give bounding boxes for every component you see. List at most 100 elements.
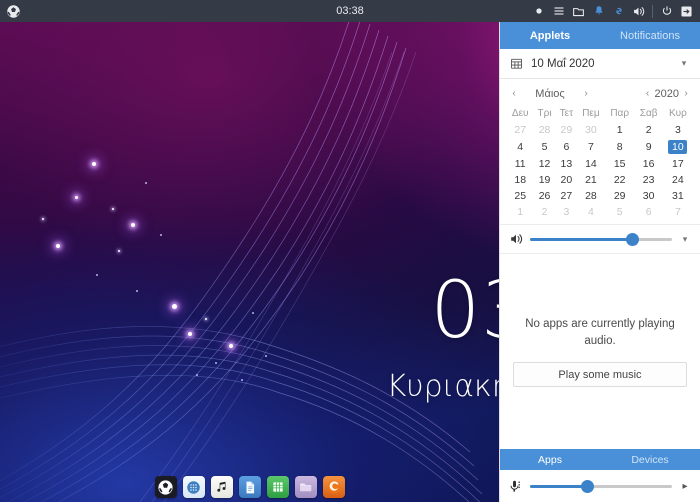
wallpaper-star xyxy=(196,374,198,376)
wallpaper-star xyxy=(131,223,135,227)
document-icon xyxy=(246,481,254,493)
dock-item-file-manager[interactable] xyxy=(294,476,317,498)
dock-item-firefox[interactable] xyxy=(322,476,345,498)
calendar-day-cell[interactable]: 14 xyxy=(577,156,605,172)
calendar-day-cell[interactable]: 22 xyxy=(605,172,635,188)
removable-drive-icon[interactable] xyxy=(569,0,588,22)
calendar-day-cell[interactable]: 29 xyxy=(556,122,577,138)
calendar-month-label[interactable]: Μάιος xyxy=(521,88,579,100)
volume-speaker-icon[interactable] xyxy=(629,0,648,22)
calendar-day-cell[interactable]: 10 xyxy=(663,138,693,156)
prev-year-button[interactable]: ‹ xyxy=(641,88,655,99)
wallpaper-star xyxy=(172,304,177,309)
calendar-day-cell[interactable]: 4 xyxy=(577,204,605,220)
calendar-day-cell[interactable]: 15 xyxy=(605,156,635,172)
calendar-week-row: 27 28 29 30 1 2 3 xyxy=(507,122,693,138)
firefox-icon xyxy=(327,480,340,494)
power-icon[interactable] xyxy=(657,0,676,22)
calendar-day-cell[interactable]: 30 xyxy=(577,122,605,138)
dock-item-spreadsheet[interactable] xyxy=(266,476,289,498)
prev-month-button[interactable]: ‹ xyxy=(507,88,521,99)
wallpaper-star xyxy=(252,312,254,314)
tray-divider xyxy=(652,4,653,18)
calendar-day-cell[interactable]: 19 xyxy=(533,172,555,188)
calendar-day-cell[interactable]: 3 xyxy=(556,204,577,220)
calendar-day-cell[interactable]: 13 xyxy=(556,156,577,172)
calendar-day-cell[interactable]: 24 xyxy=(663,172,693,188)
next-year-button[interactable]: › xyxy=(679,88,693,99)
calendar-day-cell[interactable]: 3 xyxy=(663,122,693,138)
calendar-day-cell[interactable]: 6 xyxy=(635,204,663,220)
calendar-week-row: 1234567 xyxy=(507,204,693,220)
calendar-day-cell[interactable]: 30 xyxy=(635,188,663,204)
calendar-week-row: 4 5 6 7 8 9 10 xyxy=(507,138,693,156)
logout-icon[interactable] xyxy=(677,0,696,22)
calendar-day-cell[interactable]: 28 xyxy=(533,122,555,138)
microphone-slider-knob[interactable] xyxy=(580,480,594,493)
calendar-day-cell[interactable]: 2 xyxy=(635,122,663,138)
dock-item-text-editor[interactable] xyxy=(238,476,261,498)
calendar-day-cell[interactable]: 9 xyxy=(635,138,663,156)
no-audio-message: No apps are currently playing audio. xyxy=(525,317,675,347)
calendar-day-cell[interactable]: 21 xyxy=(577,172,605,188)
calendar-day-cell[interactable]: 25 xyxy=(507,188,533,204)
wallpaper-star xyxy=(145,182,147,184)
calendar-weekday: Δευ xyxy=(511,108,529,119)
play-some-music-button[interactable]: Play some music xyxy=(513,362,687,388)
tab-notifications[interactable]: Notifications xyxy=(600,22,700,49)
calendar-day-cell[interactable]: 8 xyxy=(605,138,635,156)
screen-root: 03: Κυριακή 10 Μ xyxy=(0,0,700,502)
calendar-day-cell[interactable]: 31 xyxy=(663,188,693,204)
calendar-day-cell[interactable]: 11 xyxy=(507,156,533,172)
wallpaper-star xyxy=(205,318,207,320)
microphone-icon[interactable] xyxy=(509,479,523,494)
wallpaper-star xyxy=(215,362,217,364)
calendar-day-cell[interactable]: 7 xyxy=(663,204,693,220)
calendar-day-cell[interactable]: 4 xyxy=(507,138,533,156)
calendar-day-cell[interactable]: 5 xyxy=(605,204,635,220)
dock-item-music-player[interactable] xyxy=(210,476,233,498)
calendar-day-cell[interactable]: 18 xyxy=(507,172,533,188)
dot-indicator-icon[interactable] xyxy=(529,0,548,22)
calendar-day-cell[interactable]: 7 xyxy=(577,138,605,156)
volume-slider-knob[interactable] xyxy=(626,233,640,246)
calendar-day-cell[interactable]: 27 xyxy=(507,122,533,138)
calendar-day-cell[interactable]: 20 xyxy=(556,172,577,188)
microphone-slider-fill xyxy=(530,485,587,488)
notification-bell-icon[interactable] xyxy=(589,0,608,22)
calendar-year-label[interactable]: 2020 xyxy=(655,88,679,100)
calendar-day-cell[interactable]: 23 xyxy=(635,172,663,188)
calendar-day-cell[interactable]: 17 xyxy=(663,156,693,172)
tab-devices[interactable]: Devices xyxy=(600,449,700,470)
calendar-today-badge: 10 xyxy=(668,140,688,154)
volume-slider[interactable] xyxy=(530,232,672,246)
wallpaper-star xyxy=(229,344,233,348)
network-link-icon[interactable] xyxy=(609,0,628,22)
calendar-day-cell[interactable]: 29 xyxy=(605,188,635,204)
calendar-day-cell[interactable]: 27 xyxy=(556,188,577,204)
calendar-day-cell[interactable]: 16 xyxy=(635,156,663,172)
dock-item-show-applications[interactable] xyxy=(182,476,205,498)
next-month-button[interactable]: › xyxy=(579,88,593,99)
wallpaper-star xyxy=(42,218,44,220)
dock-item-cinnamon-menu[interactable] xyxy=(154,476,177,498)
tab-apps[interactable]: Apps xyxy=(500,449,600,470)
panel-menu-button[interactable] xyxy=(0,0,26,22)
calendar-day-cell[interactable]: 6 xyxy=(556,138,577,156)
calendar-day-cell[interactable]: 12 xyxy=(533,156,555,172)
chevron-down-icon[interactable]: ▾ xyxy=(678,58,690,69)
calendar-day-cell[interactable]: 1 xyxy=(605,122,635,138)
tab-applets[interactable]: Applets xyxy=(500,22,600,49)
calendar-day-cell[interactable]: 5 xyxy=(533,138,555,156)
calendar-day-cell[interactable]: 26 xyxy=(533,188,555,204)
wallpaper-star xyxy=(118,250,120,252)
date-selector[interactable]: 10 Μαΐ 2020 ▾ xyxy=(500,49,700,79)
volume-chevron-down-icon[interactable]: ▾ xyxy=(679,234,691,245)
menu-lines-icon[interactable] xyxy=(549,0,568,22)
volume-speaker-icon[interactable] xyxy=(509,232,523,246)
music-note-icon xyxy=(216,481,225,492)
calendar-day-cell[interactable]: 1 xyxy=(507,204,533,220)
wallpaper-star xyxy=(112,208,114,210)
calendar-day-cell[interactable]: 28 xyxy=(577,188,605,204)
calendar-day-cell[interactable]: 2 xyxy=(533,204,555,220)
